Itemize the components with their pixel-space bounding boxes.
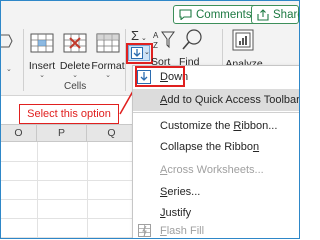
- insert-cells-button[interactable]: Insert ⌄: [27, 31, 57, 80]
- menu-item-label: Flash Fill: [160, 225, 205, 237]
- menu-item-customize-ribbon[interactable]: Customize the Ribbon...: [133, 116, 299, 136]
- column-header[interactable]: Q: [87, 125, 137, 142]
- menu-item-collapse-ribbon[interactable]: Collapse the Ribbon: [133, 137, 299, 157]
- cells-group-label: Cells: [64, 81, 87, 92]
- menu-item-add-to-quick-access-toolbar[interactable]: Add to Quick Access Toolbar: [133, 89, 299, 111]
- menu-item-across-worksheets[interactable]: Across Worksheets...: [133, 160, 299, 180]
- comments-label: Comments: [196, 8, 252, 21]
- down-item-highlight-box: [135, 66, 185, 87]
- column-header[interactable]: P: [37, 125, 87, 142]
- eraser-partial-icon: [1, 31, 13, 58]
- menu-item-label: Justify: [160, 207, 192, 219]
- delete-cells-icon: [62, 31, 88, 58]
- delete-cells-button[interactable]: Delete ⌄: [59, 31, 91, 80]
- menu-item-label: Customize the Ribbon...: [160, 120, 278, 132]
- menu-separator: [133, 112, 299, 113]
- format-cells-icon: [95, 31, 121, 58]
- chevron-down-icon: ⌄: [72, 72, 78, 79]
- group-divider: [23, 29, 24, 91]
- autosum-button[interactable]: Σ ⌄: [131, 28, 147, 43]
- column-header[interactable]: O: [1, 125, 37, 142]
- menu-item-label: Add to Quick Access Toolbar: [160, 94, 300, 106]
- excel-window: Comments Share ⌄ Insert ⌄ Delete: [0, 0, 300, 239]
- partial-caret: ⌄: [6, 66, 12, 73]
- grid-column-line: [87, 142, 88, 238]
- menu-item-justify[interactable]: Justify: [133, 203, 299, 223]
- magnifier-icon: [180, 29, 204, 54]
- chevron-down-icon: ⌄: [139, 35, 147, 42]
- delete-label: Delete: [59, 60, 91, 72]
- insert-label: Insert: [28, 60, 56, 72]
- menu-item-label: Collapse the Ribbon: [160, 141, 260, 153]
- select-option-callout: Select this option: [19, 104, 119, 124]
- sort-filter-icon: AZ: [152, 29, 176, 54]
- share-icon: [257, 8, 269, 21]
- fill-dropdown-menu: Down Add to Quick Access Toolbar Customi…: [132, 65, 299, 238]
- chevron-down-icon: ⌄: [105, 72, 111, 79]
- flash-fill-icon: [138, 224, 151, 238]
- comment-icon: [179, 9, 192, 20]
- sigma-icon: Σ: [131, 28, 140, 43]
- fill-button-highlight-box: [126, 43, 153, 64]
- svg-text:Z: Z: [153, 41, 158, 50]
- analyze-data-icon: [231, 29, 257, 56]
- menu-item-label: Series...: [160, 186, 201, 198]
- share-label: Share: [273, 8, 299, 21]
- menu-item-flash-fill[interactable]: Flash Fill: [133, 221, 299, 238]
- insert-cells-icon: [29, 31, 55, 58]
- chevron-down-icon: ⌄: [39, 72, 45, 79]
- share-button[interactable]: Share: [251, 5, 299, 24]
- comments-button[interactable]: Comments: [173, 5, 258, 24]
- menu-item-label: Across Worksheets...: [160, 164, 264, 176]
- svg-text:A: A: [153, 31, 159, 40]
- menu-item-series[interactable]: Series...: [133, 182, 299, 202]
- grid-column-line: [37, 142, 38, 238]
